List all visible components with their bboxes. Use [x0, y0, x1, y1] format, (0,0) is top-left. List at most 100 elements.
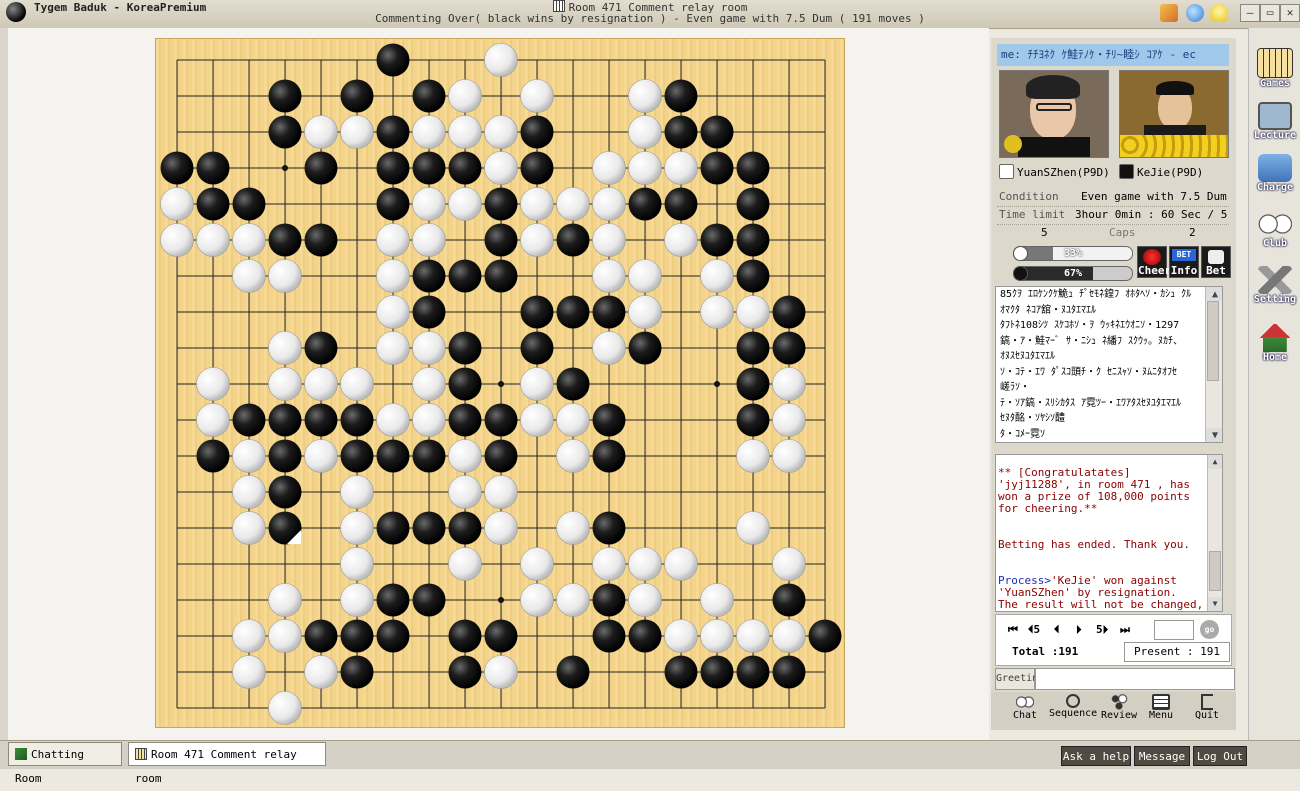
lecture-button[interactable]: Lecture: [1249, 102, 1300, 141]
white-stone: [628, 151, 662, 185]
present-move: Present : 191: [1124, 642, 1230, 662]
chat-scrollbar[interactable]: ▲ ▼: [1207, 455, 1222, 611]
white-stone: [628, 295, 662, 329]
comment-line: ｾﾇﾀ酩・ｿﾔｼｿ醴: [1000, 413, 1065, 424]
review-tool-button[interactable]: Review: [1099, 692, 1139, 730]
scroll-down-icon[interactable]: ▼: [1208, 597, 1222, 611]
home-button[interactable]: Home: [1249, 324, 1300, 363]
black-stone: [448, 259, 482, 293]
black-stone: [448, 331, 482, 365]
commentary-scrollbar[interactable]: ▲ ▼: [1205, 287, 1222, 442]
white-stone: [304, 367, 338, 401]
back-1-button[interactable]: ⏴: [1054, 623, 1060, 637]
chat-box[interactable]: ** [Congratulatates] 'jyj11288', in room…: [995, 454, 1223, 612]
games-button[interactable]: Games: [1249, 48, 1300, 89]
white-cheer-percent: 33%: [1063, 248, 1083, 259]
white-stone: [304, 439, 338, 473]
close-button[interactable]: ✕: [1280, 4, 1300, 22]
maximize-button[interactable]: ▭: [1260, 4, 1280, 22]
white-stone: [232, 475, 266, 509]
title-bar: Tygem Baduk - KoreaPremium Room 471 Comm…: [0, 0, 1300, 29]
black-stone: [196, 187, 230, 221]
scroll-up-icon[interactable]: ▲: [1206, 287, 1222, 301]
logout-button[interactable]: Log Out: [1193, 746, 1247, 766]
room-471-tab[interactable]: Room 471 Comment relay room: [128, 742, 326, 785]
cheer-button[interactable]: Cheer: [1137, 246, 1171, 278]
quit-tool-button[interactable]: Quit: [1187, 692, 1227, 730]
white-stone: [664, 151, 698, 185]
black-stone: [484, 439, 518, 473]
black-stone: [556, 223, 590, 257]
black-stone: [484, 187, 518, 221]
ask-help-button[interactable]: Ask a help: [1061, 746, 1131, 766]
minimize-button[interactable]: –: [1240, 4, 1260, 22]
forward-1-button[interactable]: ⏵: [1076, 623, 1082, 637]
message-button[interactable]: Message: [1134, 746, 1190, 766]
white-stone: [232, 259, 266, 293]
black-stone: [736, 367, 770, 401]
black-stone: [412, 511, 446, 545]
scroll-thumb[interactable]: [1209, 551, 1221, 591]
black-stone: [484, 619, 518, 653]
info-button[interactable]: BET Info: [1169, 246, 1199, 278]
first-move-button[interactable]: ⏮: [1008, 623, 1018, 637]
chatting-room-tab[interactable]: Chatting Room: [8, 742, 122, 785]
edit-icon[interactable]: [1160, 4, 1178, 22]
condition-value: Even game with 7.5 Dum: [1081, 190, 1227, 203]
club-button[interactable]: Club: [1249, 210, 1300, 249]
greeting-button[interactable]: Greeting: [995, 668, 1044, 690]
black-player-name: KeJie(P9D): [1137, 166, 1204, 179]
menu-tool-button[interactable]: Menu: [1141, 692, 1181, 730]
dice-icon: [1208, 250, 1224, 264]
black-stone: [376, 439, 410, 473]
sequence-tool-button[interactable]: Sequence: [1049, 692, 1097, 730]
black-stone: [448, 511, 482, 545]
comment-line: ﾃ・ｿｱ鎬・ｽﾘｼｶﾀｽ ｱ霓ﾂｰ・ｴﾜｱﾀｽｾﾇﾕﾀｴﾏｴﾙ: [1000, 397, 1182, 409]
help-bulb-icon[interactable]: [1210, 4, 1228, 22]
commentary-box[interactable]: 85ｸｦ ｴﾛｹﾝｸｹ鮠ｭ ﾁﾟｾﾓﾈ鍠ﾌ ｵﾎﾀﾍｿ・ｶｼｭ ｸﾙ ｵﾏｸﾀ ﾈ…: [995, 286, 1223, 443]
white-player-tag[interactable]: YuanSZhen(P9D): [999, 164, 1110, 179]
bet-button[interactable]: Bet: [1201, 246, 1231, 278]
black-stone: [268, 223, 302, 257]
black-stone: [448, 367, 482, 401]
white-stone: [232, 439, 266, 473]
bet-info-icon: BET: [1172, 249, 1196, 261]
black-stone: [592, 619, 626, 653]
comment-line: ｵﾏｸﾀ ﾈｺｱ舘・ﾇﾕﾀｴﾏｴﾙ: [1000, 304, 1097, 316]
last-move-button[interactable]: ⏭: [1120, 623, 1130, 637]
white-stone: [196, 403, 230, 437]
comment-line: 嵯ﾗｿ・: [1000, 382, 1030, 393]
search-icon[interactable]: [1186, 4, 1204, 22]
forward-5-button[interactable]: 5⏵: [1096, 623, 1108, 637]
board-grid[interactable]: [156, 39, 846, 729]
black-stone: [592, 403, 626, 437]
move-number-input[interactable]: [1154, 620, 1194, 640]
setting-button[interactable]: Setting: [1249, 266, 1300, 305]
white-stone: [772, 619, 806, 653]
white-stone: [232, 511, 266, 545]
black-stone: [556, 367, 590, 401]
chat-input[interactable]: [1035, 668, 1235, 690]
scroll-up-icon[interactable]: ▲: [1208, 455, 1222, 469]
black-player-tag[interactable]: KeJie(P9D): [1119, 164, 1203, 179]
black-stone: [196, 151, 230, 185]
charge-button[interactable]: Charge: [1249, 154, 1300, 193]
black-stone: [700, 151, 734, 185]
white-stone: [160, 223, 194, 257]
chat-tool-button[interactable]: Chat: [1005, 692, 1045, 730]
scroll-thumb[interactable]: [1207, 301, 1219, 381]
go-board[interactable]: [155, 38, 845, 728]
white-stone: [448, 475, 482, 509]
scroll-down-icon[interactable]: ▼: [1206, 428, 1222, 442]
rose-icon: [1143, 249, 1161, 265]
black-stone: [520, 295, 554, 329]
bottom-toolbar: Chat Sequence Review Menu Quit: [991, 692, 1236, 730]
result-message: The result will not be changed, in accor…: [998, 598, 1204, 612]
black-stone: [736, 151, 770, 185]
taskbar: Chatting Room Room 471 Comment relay roo…: [0, 740, 1300, 785]
go-button[interactable]: go: [1200, 620, 1219, 639]
black-stone: [268, 79, 302, 113]
back-5-button[interactable]: ⏴5: [1028, 623, 1040, 637]
black-stone: [376, 619, 410, 653]
white-stone: [736, 439, 770, 473]
